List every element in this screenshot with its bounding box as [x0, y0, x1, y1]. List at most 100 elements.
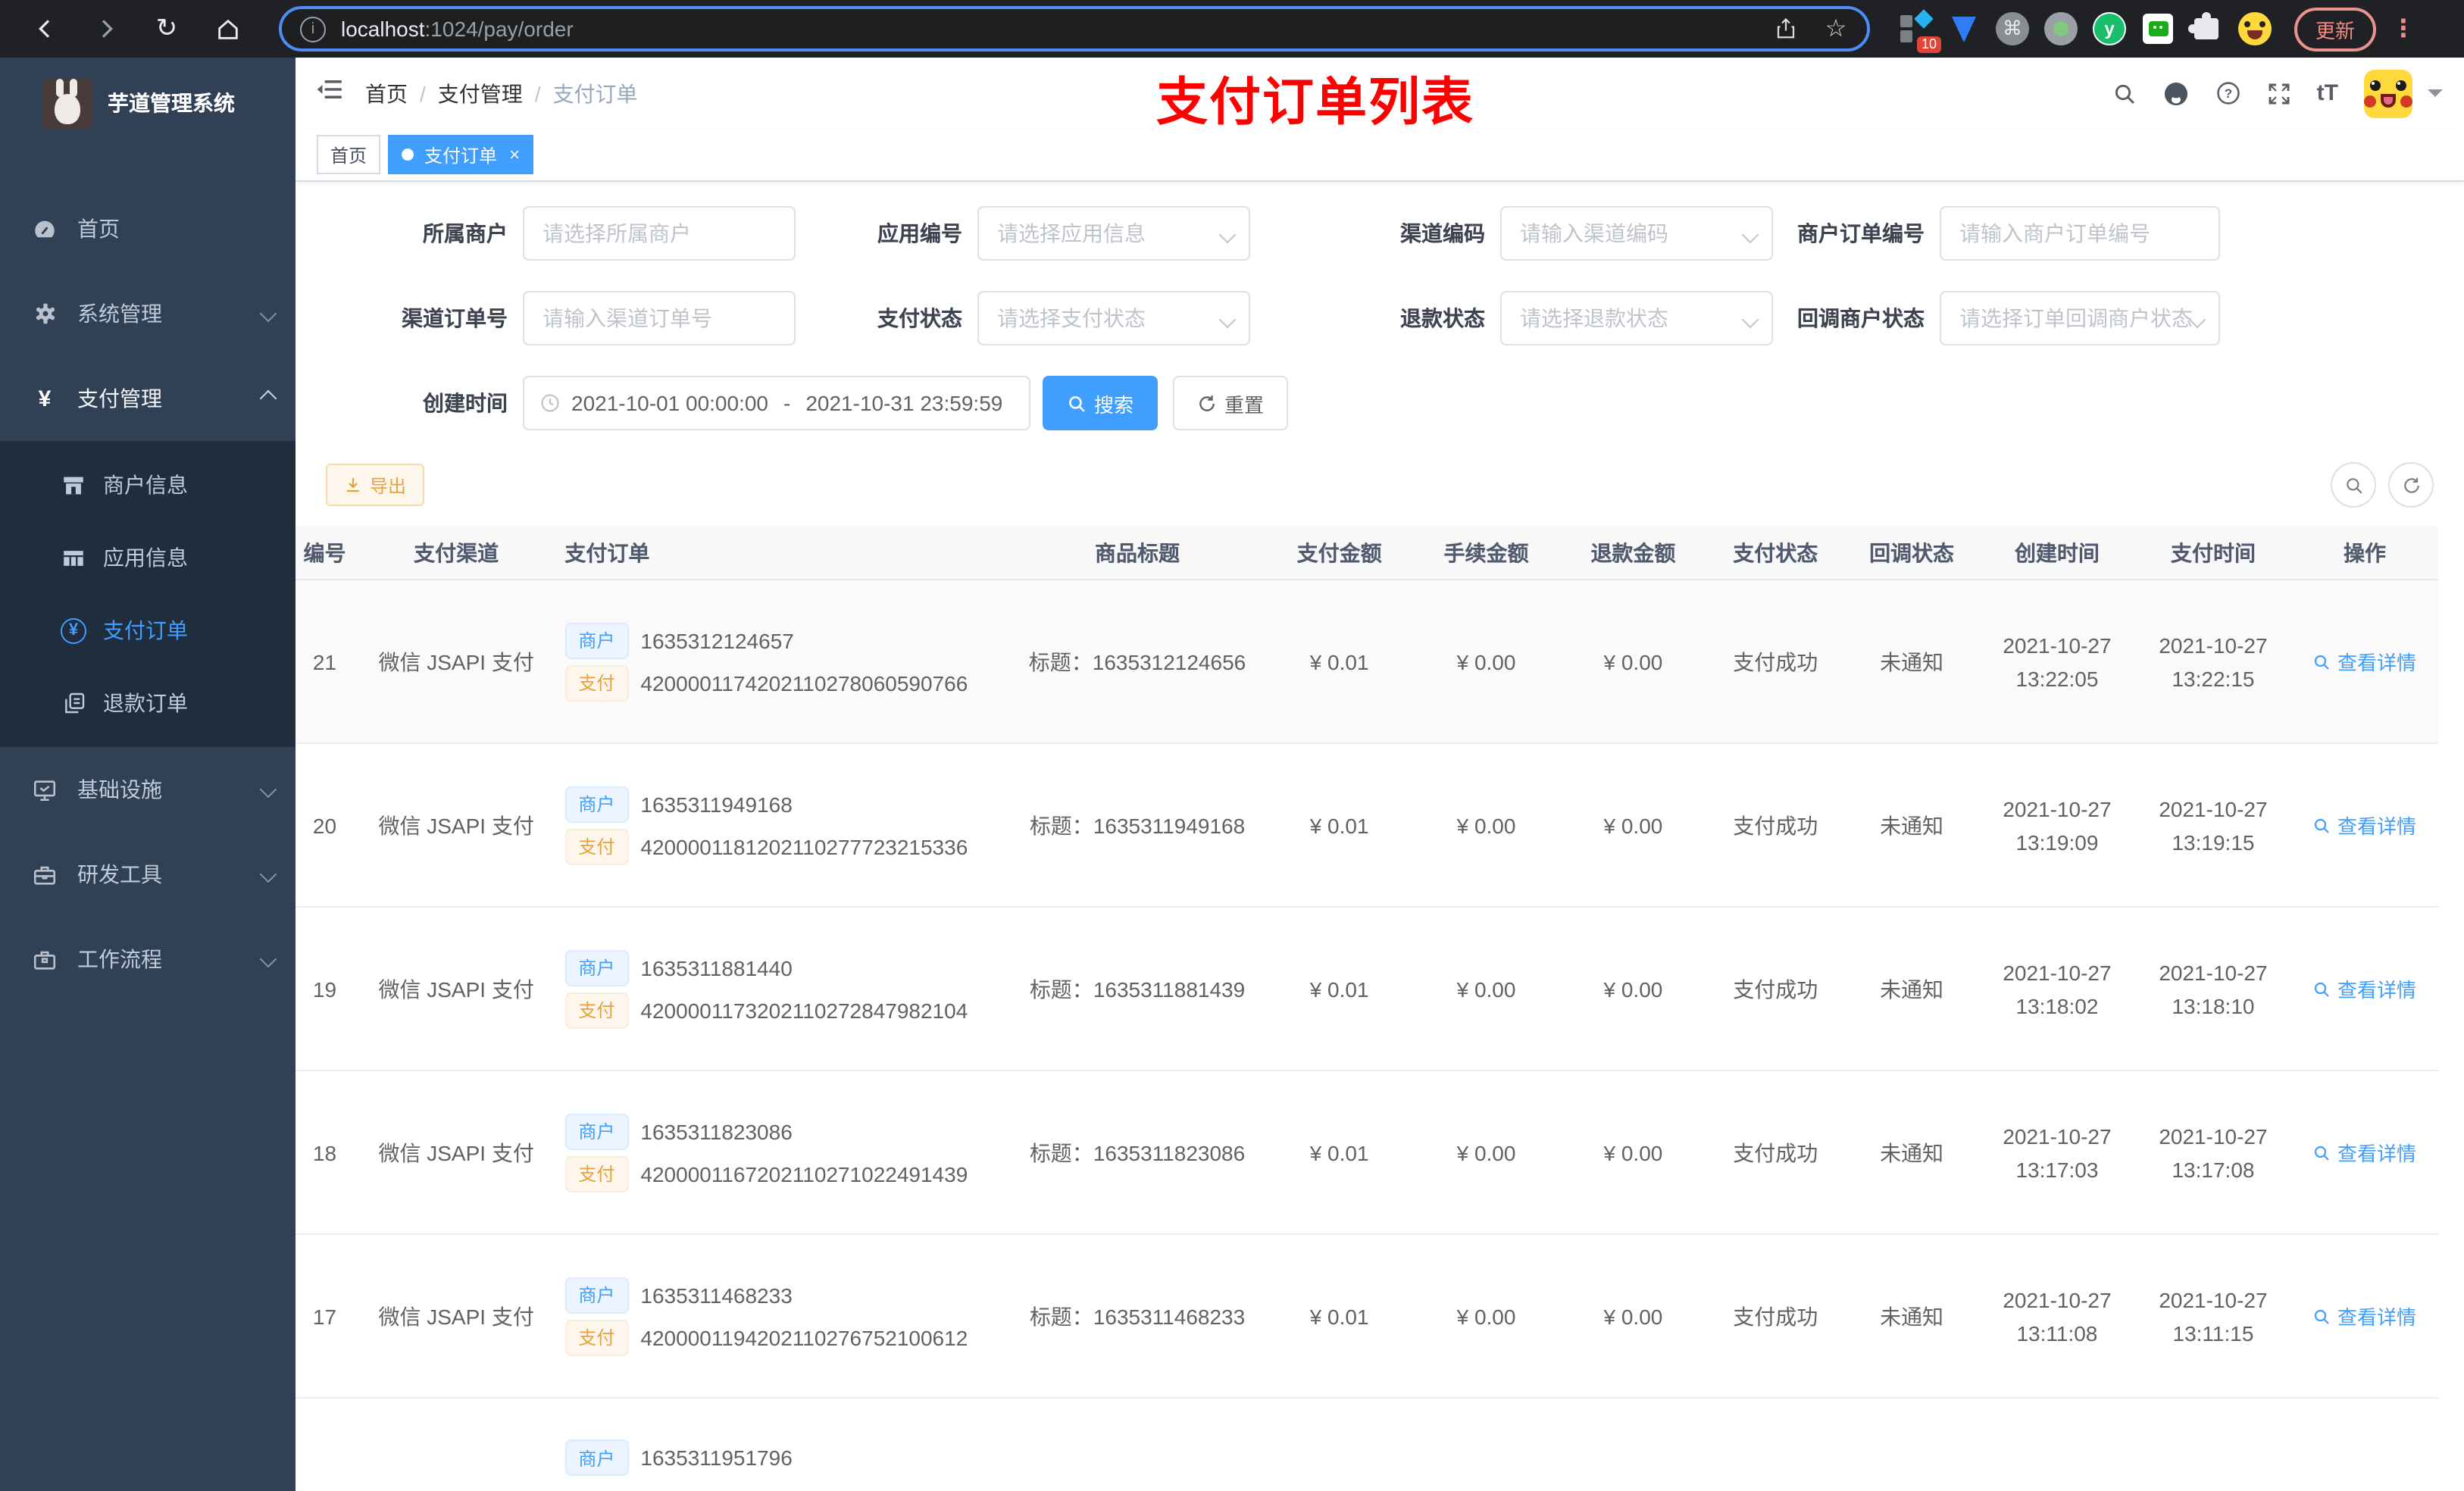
url-text[interactable]: localhost:1024/pay/order	[341, 17, 1749, 41]
site-info-icon[interactable]: i	[300, 16, 326, 42]
cell-id: 18	[295, 1071, 363, 1235]
pay-status-select[interactable]	[977, 291, 1250, 345]
browser-chrome: ↻ i localhost:1024/pay/order ☆ 10 ⌘ y 更新…	[0, 0, 2464, 58]
active-tab-dot	[402, 148, 414, 161]
app-select[interactable]	[977, 206, 1250, 261]
sidebar-item-merchant-info[interactable]: 商户信息	[0, 449, 295, 521]
cell-refund: ¥ 0.00	[1559, 580, 1707, 744]
main-area: 首页 / 支付管理 / 支付订单 支付订单列表 ? tT 首页 支付订单 × 所…	[295, 58, 2464, 1491]
sidebar-item-workflow[interactable]: 工作流程	[0, 917, 295, 1002]
profile-emoji-icon[interactable]	[2237, 11, 2273, 47]
cell-amount: ¥ 0.01	[1265, 907, 1413, 1071]
merchant-select[interactable]	[523, 206, 796, 261]
app-logo[interactable]: 芋道管理系统	[0, 58, 295, 148]
tab-pay-order[interactable]: 支付订单 ×	[388, 135, 534, 174]
col-channel: 支付渠道	[362, 526, 550, 580]
channel-code-select[interactable]	[1500, 206, 1773, 261]
dashboard-icon	[32, 216, 58, 242]
user-avatar[interactable]	[2364, 69, 2412, 117]
table-row[interactable]: 19 微信 JSAPI 支付 商户 1635311881440 支付 4200001…	[295, 907, 2438, 1071]
view-detail-link[interactable]: 查看详情	[2313, 974, 2416, 1003]
breadcrumb-payment[interactable]: 支付管理	[438, 78, 523, 108]
cell-refund: ¥ 0.00	[1559, 907, 1707, 1071]
merchant-tag: 商户	[564, 1113, 629, 1149]
view-detail-link[interactable]: 查看详情	[2313, 1138, 2416, 1167]
table-row-partial[interactable]: 商户 1635311951796	[295, 1398, 2438, 1491]
browser-home-icon[interactable]	[214, 15, 241, 42]
export-button[interactable]: 导出	[326, 464, 425, 506]
cell-status: 支付成功	[1706, 907, 1845, 1071]
fullscreen-icon[interactable]	[2267, 81, 2291, 105]
url-bar[interactable]: i localhost:1024/pay/order ☆	[279, 6, 1870, 52]
sidebar-item-home[interactable]: 首页	[0, 186, 295, 271]
cell-title: 标题：1635311468233	[1008, 1234, 1266, 1399]
hide-search-icon[interactable]	[2331, 462, 2376, 508]
breadcrumb-home[interactable]: 首页	[365, 78, 408, 108]
tab-home[interactable]: 首页	[317, 135, 381, 174]
app-title: 芋道管理系统	[108, 91, 235, 115]
merchant-tag: 商户	[564, 1439, 629, 1476]
extension-command-icon[interactable]: ⌘	[1994, 11, 2031, 47]
extension-y-icon[interactable]: y	[2091, 11, 2128, 47]
table-header-row: 编号 支付渠道 支付订单 商品标题 支付金额 手续金额 退款金额 支付状态 回调…	[295, 526, 2438, 580]
extension-record-icon[interactable]	[2043, 11, 2079, 47]
extension-chat-icon[interactable]	[2140, 11, 2176, 47]
filter-label-channel-code: 渠道编码	[1400, 221, 1485, 245]
sidebar-item-dev-tools[interactable]: 研发工具	[0, 832, 295, 917]
col-created: 创建时间	[1978, 526, 2135, 580]
cell-paid: 2021-10-27 13:19:15	[2134, 743, 2291, 908]
url-path: :1024/pay/order	[424, 17, 574, 41]
sidebar-item-app-info[interactable]: 应用信息	[0, 521, 295, 594]
breadcrumb-separator: /	[420, 81, 426, 105]
gear-icon	[32, 301, 58, 327]
sidebar-item-system[interactable]: 系统管理	[0, 271, 295, 356]
table-row[interactable]: 17 微信 JSAPI 支付 商户 1635311468233 支付 4200001…	[295, 1234, 2438, 1399]
help-icon[interactable]: ?	[2215, 80, 2241, 106]
table-grid-icon	[61, 545, 86, 570]
cell-title: 标题：1635312124656	[1008, 580, 1266, 744]
search-icon[interactable]	[2112, 81, 2137, 105]
browser-forward-icon[interactable]	[92, 15, 120, 42]
browser-update-button[interactable]: 更新	[2294, 7, 2377, 51]
cell-order: 商户 1635311823086 支付 4200001167202110271022…	[549, 1071, 1009, 1235]
cell-channel: 微信 JSAPI 支付	[362, 743, 550, 908]
table-row[interactable]: 18 微信 JSAPI 支付 商户 1635311823086 支付 4200001…	[295, 1071, 2438, 1235]
filter-label-pay-status: 支付状态	[877, 306, 962, 330]
sidebar-item-payment[interactable]: ¥ 支付管理	[0, 356, 295, 441]
extensions-puzzle-icon[interactable]	[2188, 11, 2225, 47]
cell-id: 19	[295, 907, 363, 1071]
font-size-icon[interactable]: tT	[2317, 80, 2338, 106]
reset-button[interactable]: 重置	[1173, 376, 1289, 430]
refresh-icon[interactable]	[2388, 462, 2434, 508]
bookmark-star-icon[interactable]: ☆	[1823, 16, 1849, 42]
cell-fee: ¥ 0.00	[1412, 743, 1560, 908]
browser-reload-icon[interactable]: ↻	[153, 14, 180, 42]
view-detail-link[interactable]: 查看详情	[2313, 647, 2416, 676]
filter-label-merchant: 所属商户	[423, 221, 508, 245]
table-row[interactable]: 21 微信 JSAPI 支付 商户 1635312124657 支付 4200001…	[295, 580, 2438, 744]
cell-created: 2021-10-27 13:19:09	[1978, 743, 2135, 908]
view-detail-link[interactable]: 查看详情	[2313, 811, 2416, 839]
extension-dice-icon[interactable]: 10	[1897, 9, 1941, 53]
view-detail-link[interactable]: 查看详情	[2313, 1302, 2416, 1330]
notify-status-select[interactable]	[1940, 291, 2220, 345]
extension-gem-icon[interactable]	[1946, 11, 1982, 47]
sidebar-item-pay-order[interactable]: ¥ 支付订单	[0, 594, 295, 667]
avatar-caret-icon[interactable]	[2428, 89, 2443, 105]
refund-status-select[interactable]	[1500, 291, 1773, 345]
date-range-picker[interactable]: 2021-10-01 00:00:00 - 2021-10-31 23:59:5…	[523, 376, 1030, 430]
share-icon[interactable]	[1773, 16, 1799, 42]
sidebar-item-refund-order[interactable]: 退款订单	[0, 667, 295, 739]
tab-close-icon[interactable]: ×	[509, 145, 520, 164]
sidebar-collapse-icon[interactable]	[317, 76, 344, 111]
table-row[interactable]: 20 微信 JSAPI 支付 商户 1635311949168 支付 4200001…	[295, 743, 2438, 908]
sidebar-item-infrastructure[interactable]: 基础设施	[0, 747, 295, 832]
browser-back-icon[interactable]	[32, 15, 59, 42]
merchant-order-no-input[interactable]	[1940, 206, 2220, 261]
browser-menu-icon[interactable]: ⋮	[2391, 14, 2416, 44]
github-icon[interactable]	[2162, 80, 2190, 107]
col-status: 支付状态	[1706, 526, 1845, 580]
channel-order-no-input[interactable]	[523, 291, 796, 345]
search-button[interactable]: 搜索	[1043, 376, 1159, 430]
breadcrumb: 首页 / 支付管理 / 支付订单	[365, 78, 638, 108]
